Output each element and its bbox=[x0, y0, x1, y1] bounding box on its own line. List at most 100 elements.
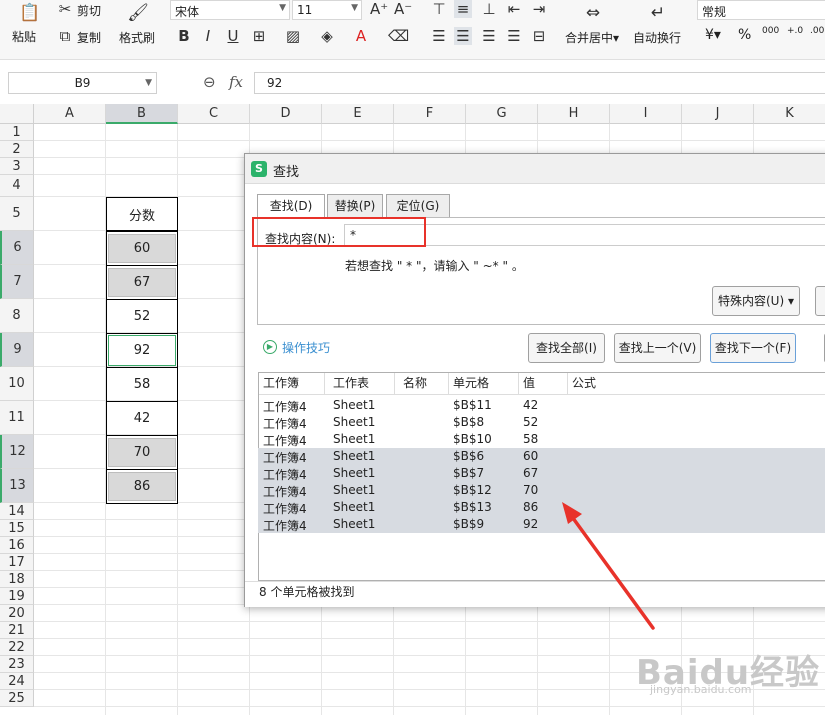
row-header-4[interactable]: 4 bbox=[0, 175, 34, 197]
result-row[interactable]: 工作簿4 Sheet1 $B$7 67 bbox=[258, 465, 825, 482]
align-bottom-icon[interactable]: ⊥ bbox=[480, 0, 498, 18]
row-header-21[interactable]: 21 bbox=[0, 622, 34, 639]
paste-button[interactable]: 粘贴 bbox=[12, 28, 36, 45]
align-left-icon[interactable]: ☰ bbox=[430, 27, 448, 45]
row-header-25[interactable]: 25 bbox=[0, 690, 34, 707]
score-cell[interactable]: 52 bbox=[106, 299, 178, 334]
dialog-titlebar[interactable]: S 查找 bbox=[245, 154, 825, 184]
row-header-16[interactable]: 16 bbox=[0, 537, 34, 554]
decrease-font-icon[interactable]: A⁻ bbox=[394, 0, 412, 18]
row-header-17[interactable]: 17 bbox=[0, 554, 34, 571]
merge-center-button[interactable]: 合并居中▾ bbox=[565, 29, 619, 46]
increase-font-icon[interactable]: A⁺ bbox=[370, 0, 388, 18]
column-header-g[interactable]: G bbox=[466, 104, 538, 124]
column-header-d[interactable]: D bbox=[250, 104, 322, 124]
result-row[interactable]: 工作簿4 Sheet1 $B$8 52 bbox=[258, 414, 825, 431]
column-header-cell[interactable]: 单元格 bbox=[453, 374, 489, 391]
cut-button[interactable]: 剪切 bbox=[77, 2, 101, 19]
row-header-13[interactable]: 13 bbox=[0, 469, 34, 503]
row-header-11[interactable]: 11 bbox=[0, 401, 34, 435]
special-content-button[interactable]: 特殊内容(U) ▾ bbox=[712, 286, 800, 316]
scissors-icon[interactable]: ✂ bbox=[56, 0, 74, 18]
column-header-workbook[interactable]: 工作簿 bbox=[263, 374, 299, 391]
score-cell[interactable]: 67 bbox=[106, 265, 178, 300]
find-all-button[interactable]: 查找全部(I) bbox=[528, 333, 605, 363]
row-header-19[interactable]: 19 bbox=[0, 588, 34, 605]
wrap-text-button[interactable]: 自动换行 bbox=[633, 29, 681, 46]
justify-icon[interactable]: ☰ bbox=[505, 27, 523, 45]
row-header-9[interactable]: 9 bbox=[0, 333, 34, 367]
column-header-sheet[interactable]: 工作表 bbox=[333, 374, 369, 391]
score-cell[interactable]: 86 bbox=[106, 469, 178, 504]
row-header-6[interactable]: 6 bbox=[0, 231, 34, 265]
underline-icon[interactable]: U bbox=[224, 27, 242, 45]
row-header-20[interactable]: 20 bbox=[0, 605, 34, 622]
bold-icon[interactable]: B bbox=[175, 27, 193, 45]
decimal-decrease-icon[interactable]: .00 bbox=[810, 26, 824, 36]
column-header-j[interactable]: J bbox=[682, 104, 754, 124]
zoom-icon[interactable]: ⊖ bbox=[203, 73, 216, 91]
eraser-icon[interactable]: ⌫ bbox=[388, 27, 409, 45]
column-header-c[interactable]: C bbox=[178, 104, 250, 124]
indent-increase-icon[interactable]: ⇥ bbox=[530, 0, 548, 18]
row-header-2[interactable]: 2 bbox=[0, 141, 34, 158]
row-header-7[interactable]: 7 bbox=[0, 265, 34, 299]
tab-replace[interactable]: 替换(P) bbox=[327, 194, 383, 217]
percent-button[interactable]: % bbox=[738, 27, 751, 43]
paste-icon[interactable]: 📋 bbox=[12, 2, 48, 24]
number-format-select[interactable]: 常规 bbox=[697, 0, 825, 20]
column-header-i[interactable]: I bbox=[610, 104, 682, 124]
options-button[interactable] bbox=[815, 286, 825, 316]
border-icon[interactable]: ⊞ bbox=[250, 27, 268, 45]
format-painter-icon[interactable]: 🖌 bbox=[120, 2, 156, 24]
copy-icon[interactable]: ⧉ bbox=[56, 27, 74, 45]
align-middle-icon[interactable]: ≡ bbox=[454, 0, 472, 18]
row-header-22[interactable]: 22 bbox=[0, 639, 34, 656]
row-header-18[interactable]: 18 bbox=[0, 571, 34, 588]
column-header-h[interactable]: H bbox=[538, 104, 610, 124]
find-next-button[interactable]: 查找下一个(F) bbox=[710, 333, 796, 363]
score-cell[interactable]: 42 bbox=[106, 401, 178, 436]
currency-button[interactable]: ¥▾ bbox=[705, 27, 721, 43]
align-top-icon[interactable]: ⊤ bbox=[430, 0, 448, 18]
name-box[interactable]: B9 ▼ bbox=[8, 72, 157, 94]
row-header-3[interactable]: 3 bbox=[0, 158, 34, 175]
score-cell[interactable]: 58 bbox=[106, 367, 178, 402]
column-header-name[interactable]: 名称 bbox=[403, 374, 427, 391]
find-previous-button[interactable]: 查找上一个(V) bbox=[614, 333, 701, 363]
merge-center-icon[interactable]: ⇔ bbox=[575, 2, 611, 24]
tab-goto[interactable]: 定位(G) bbox=[386, 194, 450, 217]
column-header-a[interactable]: A bbox=[34, 104, 106, 124]
column-header-b[interactable]: B bbox=[106, 104, 178, 124]
play-icon[interactable]: ▶ bbox=[263, 340, 277, 354]
row-header-14[interactable]: 14 bbox=[0, 503, 34, 520]
column-header-e[interactable]: E bbox=[322, 104, 394, 124]
tips-link[interactable]: 操作技巧 bbox=[282, 339, 330, 356]
font-color-icon[interactable]: A bbox=[352, 27, 370, 45]
result-row[interactable]: 工作簿4 Sheet1 $B$11 42 bbox=[258, 397, 825, 414]
copy-button[interactable]: 复制 bbox=[77, 29, 101, 46]
score-cell[interactable]: 70 bbox=[106, 435, 178, 470]
row-header-23[interactable]: 23 bbox=[0, 656, 34, 673]
row-header-1[interactable]: 1 bbox=[0, 124, 34, 141]
indent-decrease-icon[interactable]: ⇤ bbox=[505, 0, 523, 18]
fx-icon[interactable]: fx bbox=[229, 73, 243, 91]
column-header-f[interactable]: F bbox=[394, 104, 466, 124]
formula-input[interactable]: 92 bbox=[254, 72, 825, 94]
cell-style-icon[interactable]: ▨ bbox=[284, 27, 302, 45]
distributed-icon[interactable]: ⊟ bbox=[530, 27, 548, 45]
column-header-value[interactable]: 值 bbox=[523, 374, 535, 391]
italic-icon[interactable]: I bbox=[199, 27, 217, 45]
thousands-icon[interactable]: 000 bbox=[762, 26, 779, 36]
row-header-8[interactable]: 8 bbox=[0, 299, 34, 333]
row-header-24[interactable]: 24 bbox=[0, 673, 34, 690]
font-size-select[interactable]: 11 ▼ bbox=[292, 0, 362, 20]
row-header-5[interactable]: 5 bbox=[0, 197, 34, 231]
tab-find[interactable]: 查找(D) bbox=[257, 194, 325, 218]
score-cell[interactable]: 60 bbox=[106, 231, 178, 266]
score-cell[interactable]: 92 bbox=[106, 333, 178, 368]
format-painter-button[interactable]: 格式刷 bbox=[119, 29, 155, 46]
decimal-increase-icon[interactable]: +.0 bbox=[787, 26, 803, 36]
align-center-icon[interactable]: ☰ bbox=[454, 27, 472, 45]
select-all-corner[interactable] bbox=[0, 104, 34, 124]
